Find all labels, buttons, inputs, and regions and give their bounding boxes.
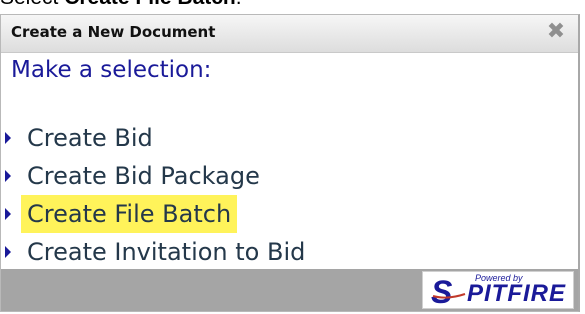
instruction-prefix: Select: [0, 0, 64, 9]
create-bid-link[interactable]: Create Bid: [21, 119, 159, 157]
bullet-arrow-icon: [5, 246, 11, 258]
instruction-suffix: .: [236, 0, 242, 9]
spitfire-s-mark-icon: S: [429, 276, 469, 306]
option-create-file-batch: Create File Batch: [1, 195, 578, 233]
bullet-arrow-icon: [5, 208, 11, 220]
bullet-arrow-icon: [5, 170, 11, 182]
spitfire-logo: S Powered by PITFIRE: [422, 271, 574, 309]
dialog-titlebar: Create a New Document ✖: [1, 15, 578, 53]
create-document-dialog: Create a New Document ✖ Make a selection…: [0, 14, 580, 312]
create-bid-package-link[interactable]: Create Bid Package: [21, 157, 266, 195]
create-file-batch-link[interactable]: Create File Batch: [21, 195, 238, 233]
document-options-list: Create Bid Create Bid Package Create Fil…: [1, 119, 578, 271]
logo-wordmark: PITFIRE: [467, 280, 567, 307]
bullet-arrow-icon: [5, 132, 11, 144]
option-create-bid: Create Bid: [1, 119, 578, 157]
instruction-text: Select Create File Batch.: [0, 0, 242, 10]
option-create-invitation-to-bid: Create Invitation to Bid: [1, 233, 578, 271]
instruction-emphasis: Create File Batch: [64, 0, 236, 9]
selection-prompt: Make a selection:: [11, 57, 212, 83]
option-create-bid-package: Create Bid Package: [1, 157, 578, 195]
logo-initial: S: [431, 276, 453, 306]
create-invitation-to-bid-link[interactable]: Create Invitation to Bid: [21, 233, 311, 271]
close-icon[interactable]: ✖: [544, 19, 568, 45]
dialog-footer: S Powered by PITFIRE: [1, 269, 578, 311]
dialog-title: Create a New Document: [11, 23, 216, 41]
